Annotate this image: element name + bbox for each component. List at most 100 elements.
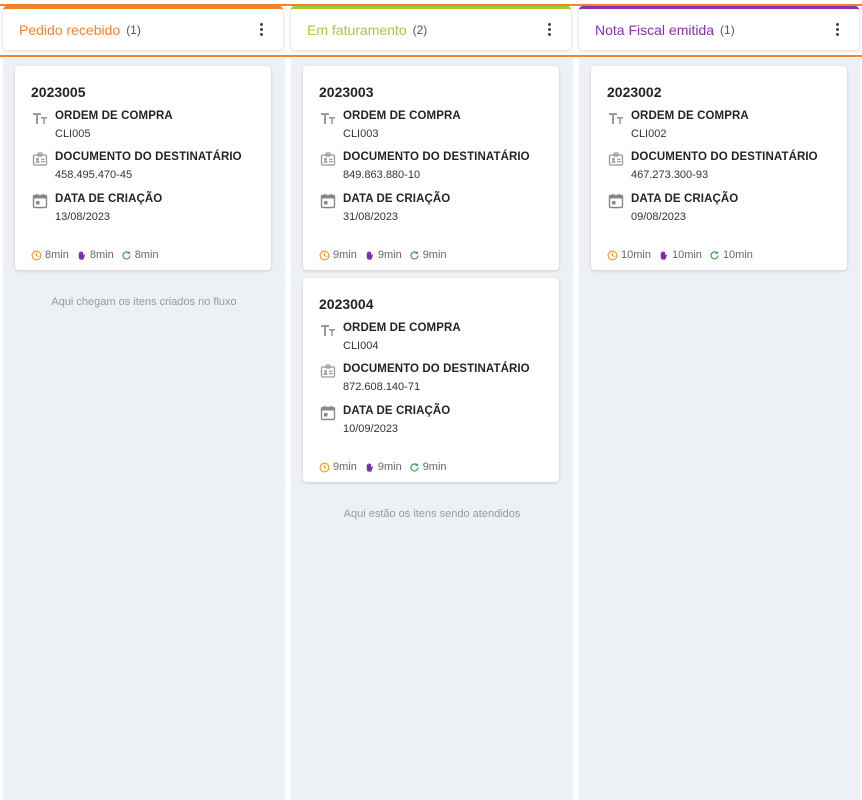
hand-icon: [658, 250, 672, 261]
text-format-icon: [320, 322, 336, 338]
calendar-icon: [32, 193, 48, 209]
column-title: Nota Fiscal emitida: [595, 21, 715, 38]
column-title: Em faturamento: [307, 21, 407, 38]
id-card-icon: [32, 151, 48, 167]
field-label: ORDEM DE COMPRA: [343, 110, 461, 122]
timer-item: 9min: [364, 249, 402, 261]
timer-value: 10min: [722, 249, 753, 261]
card-field: DOCUMENTO DO DESTINATÁRIO 467.273.300-93: [607, 151, 831, 181]
clock-icon: [31, 250, 45, 261]
card-field: ORDEM DE COMPRA CLI005: [31, 110, 255, 140]
card-code: 2023004: [319, 296, 374, 312]
field-value: 09/08/2023: [631, 211, 687, 223]
field-value: 872.608.140-71: [343, 381, 421, 393]
field-label: ORDEM DE COMPRA: [55, 110, 173, 122]
column-title: Pedido recebido: [19, 21, 121, 38]
refresh-icon: [409, 462, 423, 473]
card-field: DOCUMENTO DO DESTINATÁRIO 872.608.140-71: [319, 363, 543, 393]
column-header: Nota Fiscal emitida (1): [579, 6, 859, 50]
id-card-icon: [320, 363, 336, 379]
card-timers: 9min 9min 9min: [319, 461, 454, 473]
timer-value: 8min: [89, 249, 114, 261]
hand-icon: [364, 462, 378, 473]
calendar-icon: [320, 405, 336, 421]
kanban-board: Pedido recebido (1) 2023005 ORDEM DE COMPRA…: [0, 0, 862, 800]
timer-item: 9min: [319, 461, 357, 473]
column-count: (1): [126, 22, 141, 37]
timer-value: 9min: [333, 461, 357, 473]
card-field: DATA DE CRIAÇÃO 10/09/2023: [319, 405, 543, 435]
calendar-icon: [320, 193, 336, 209]
refresh-icon: [409, 250, 423, 261]
field-value: CLI003: [343, 128, 379, 140]
card-field: DATA DE CRIAÇÃO 09/08/2023: [607, 193, 831, 223]
text-format-icon: [320, 110, 336, 126]
card-timers: 9min 9min 9min: [319, 249, 454, 261]
timer-value: 9min: [377, 249, 402, 261]
refresh-icon: [121, 250, 135, 261]
column-header: Em faturamento (2): [291, 6, 571, 50]
kanban-card[interactable]: 2023002 ORDEM DE COMPRA CLI002 DOCUMENTO DO…: [591, 66, 847, 270]
field-value: 467.273.300-93: [631, 169, 709, 181]
more-vertical-icon[interactable]: [253, 20, 269, 40]
column-hint: Aqui estão os itens sendo atendidos: [343, 508, 521, 520]
card-field: ORDEM DE COMPRA CLI003: [319, 110, 543, 140]
field-label: DATA DE CRIAÇÃO: [343, 193, 451, 205]
card-field: DATA DE CRIAÇÃO 13/08/2023: [31, 193, 255, 223]
column-count: (1): [720, 22, 735, 37]
kanban-card[interactable]: 2023004 ORDEM DE COMPRA CLI004 DOCUMENTO DO…: [303, 278, 559, 482]
timer-value: 9min: [422, 249, 447, 261]
column-3: Nota Fiscal emitida (1) 2023002 ORDEM DE CO…: [579, 6, 861, 800]
field-value: 10/09/2023: [343, 423, 399, 435]
field-label: DATA DE CRIAÇÃO: [343, 405, 451, 417]
field-label: DOCUMENTO DO DESTINATÁRIO: [343, 363, 530, 375]
field-value: CLI005: [55, 128, 91, 140]
text-format-icon: [32, 110, 48, 126]
more-vertical-icon[interactable]: [541, 20, 557, 40]
kanban-card[interactable]: 2023005 ORDEM DE COMPRA CLI005 DOCUMENTO DO…: [15, 66, 271, 270]
field-label: DOCUMENTO DO DESTINATÁRIO: [343, 151, 530, 163]
field-label: DOCUMENTO DO DESTINATÁRIO: [631, 151, 818, 163]
column-1: Pedido recebido (1) 2023005 ORDEM DE COMPRA…: [3, 6, 285, 800]
timer-item: 8min: [31, 249, 69, 261]
card-code: 2023005: [31, 84, 86, 100]
calendar-icon: [608, 193, 624, 209]
text-format-icon: [608, 110, 624, 126]
field-label: ORDEM DE COMPRA: [631, 110, 749, 122]
field-value: 31/08/2023: [343, 211, 399, 223]
timer-item: 9min: [364, 461, 402, 473]
field-label: ORDEM DE COMPRA: [343, 322, 461, 334]
column-2: Em faturamento (2) 2023003 ORDEM DE COMPRA C…: [291, 6, 573, 800]
timer-value: 9min: [377, 461, 402, 473]
timer-item: 9min: [319, 249, 357, 261]
card-field: ORDEM DE COMPRA CLI002: [607, 110, 831, 140]
card-code: 2023002: [607, 84, 662, 100]
card-field: ORDEM DE COMPRA CLI004: [319, 322, 543, 352]
hand-icon: [364, 250, 378, 261]
timer-item: 8min: [121, 249, 159, 261]
timer-value: 10min: [671, 249, 702, 261]
timer-item: 8min: [76, 249, 114, 261]
timer-item: 10min: [709, 249, 753, 261]
kanban-card[interactable]: 2023003 ORDEM DE COMPRA CLI003 DOCUMENTO DO…: [303, 66, 559, 270]
card-timers: 8min 8min 8min: [31, 249, 166, 261]
card-field: DATA DE CRIAÇÃO 31/08/2023: [319, 193, 543, 223]
hand-icon: [76, 250, 90, 261]
card-timers: 10min 10min 10min: [607, 249, 760, 261]
field-label: DATA DE CRIAÇÃO: [631, 193, 739, 205]
timer-item: 9min: [409, 461, 447, 473]
field-value: CLI004: [343, 340, 379, 352]
column-header: Pedido recebido (1): [3, 6, 283, 50]
refresh-icon: [709, 250, 723, 261]
timer-value: 10min: [621, 249, 651, 261]
card-code: 2023003: [319, 84, 374, 100]
field-value: CLI002: [631, 128, 667, 140]
column-hint: Aqui chegam os itens criados no fluxo: [51, 296, 237, 308]
more-vertical-icon[interactable]: [829, 20, 845, 40]
field-value: 13/08/2023: [55, 211, 111, 223]
timer-value: 8min: [134, 249, 159, 261]
timer-item: 9min: [409, 249, 447, 261]
timer-item: 10min: [607, 249, 651, 261]
timer-item: 10min: [658, 249, 702, 261]
card-field: DOCUMENTO DO DESTINATÁRIO 849.863.880-10: [319, 151, 543, 181]
